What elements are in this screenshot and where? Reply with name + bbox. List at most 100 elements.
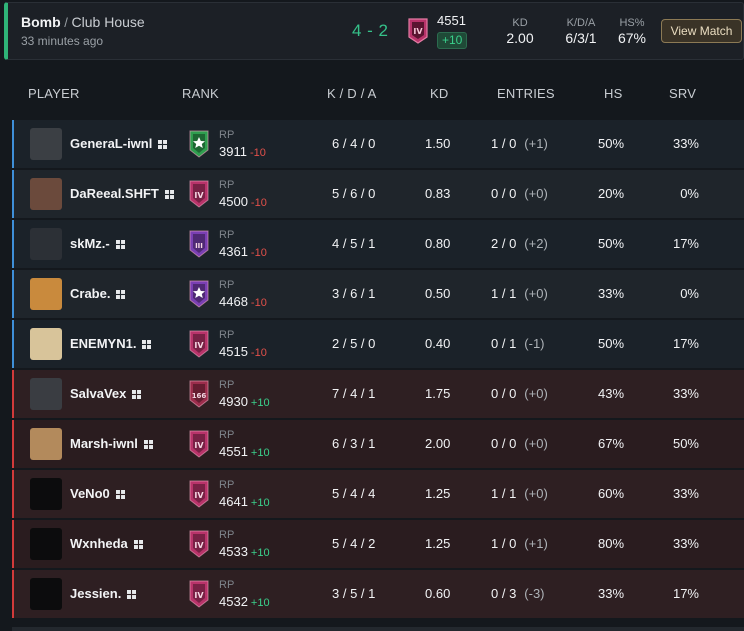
kd-value: 1.25: [425, 486, 451, 501]
entries-delta: (+0): [524, 486, 548, 501]
player-name[interactable]: skMz.-: [70, 236, 125, 251]
player-name[interactable]: Crabe.: [70, 286, 126, 301]
view-match-button[interactable]: View Match: [661, 19, 742, 43]
hs-value: 33%: [598, 286, 625, 301]
player-row[interactable]: skMz.- III RP 4361 -10 4 / 5 / 1 0.80 2 / 0 (+2)…: [12, 220, 744, 268]
hs-value: 50%: [598, 136, 625, 151]
header-entries[interactable]: ENTRIES: [497, 86, 555, 101]
player-name-text[interactable]: Crabe.: [70, 286, 110, 301]
header-hs[interactable]: HS: [604, 86, 622, 101]
player-name-text[interactable]: DaReeal.SHFT: [70, 186, 159, 201]
player-avatar[interactable]: [30, 378, 62, 410]
player-name[interactable]: VeNo0: [70, 486, 125, 501]
stat-kda-value: 6/3/1: [565, 30, 597, 46]
entries-delta: (+2): [524, 236, 548, 251]
player-name[interactable]: SalvaVex: [70, 386, 142, 401]
entries-ratio: 1 / 0: [491, 536, 517, 551]
entries-value: 0 / 0 (+0): [491, 186, 548, 201]
player-name-text[interactable]: skMz.-: [70, 236, 110, 251]
player-avatar[interactable]: [30, 528, 62, 560]
stat-hs-label: HS%: [619, 17, 645, 29]
player-name[interactable]: GeneraL-iwnl: [70, 136, 168, 151]
player-name[interactable]: DaReeal.SHFT: [70, 186, 174, 201]
player-row[interactable]: Jessien. IV RP 4532 +10 3 / 5 / 1 0.60 0 / 3 (-3…: [12, 570, 744, 618]
header-srv[interactable]: SRV: [669, 86, 696, 101]
srv-value: 17%: [672, 336, 699, 351]
kda-value: 3 / 6 / 1: [332, 286, 376, 301]
entries-delta: (-1): [524, 336, 545, 351]
player-name-text[interactable]: ENEMYN1.: [70, 336, 136, 351]
svg-text:166: 166: [192, 392, 207, 400]
kda-value: 5 / 4 / 2: [332, 536, 376, 551]
player-avatar[interactable]: [30, 578, 62, 610]
player-row[interactable]: SalvaVex 166 RP 4930 +10 7 / 4 / 1 1.75 0 / 0 (+…: [12, 370, 744, 418]
player-avatar[interactable]: [30, 128, 62, 160]
entries-value: 0 / 1 (-1): [491, 336, 545, 351]
player-name[interactable]: ENEMYN1.: [70, 336, 152, 351]
player-name-text[interactable]: VeNo0: [70, 486, 110, 501]
match-info: Bomb / Club House 33 minutes ago: [21, 14, 145, 48]
hs-value: 80%: [598, 536, 625, 551]
windows-platform-icon: [143, 440, 153, 449]
player-name[interactable]: Marsh-iwnl: [70, 436, 153, 451]
rp-number: 4500: [219, 194, 248, 209]
rp-label: RP: [219, 479, 235, 491]
stat-kda: K/D/A 6/3/1: [561, 17, 601, 46]
player-name-text[interactable]: Wxnheda: [70, 536, 128, 551]
rp-delta: +10: [250, 397, 270, 409]
header-kda[interactable]: K / D / A: [327, 86, 376, 101]
entries-value: 0 / 0 (+0): [491, 436, 548, 451]
windows-platform-icon: [164, 190, 174, 199]
player-row[interactable]: Crabe. RP 4468 -10 3 / 6 / 1 0.50 1 / 1 (+0) 33%…: [12, 270, 744, 318]
player-row[interactable]: Marsh-iwnl IV RP 4551 +10 6 / 3 / 1 2.00 0 / 0 (…: [12, 420, 744, 468]
kda-value: 6 / 4 / 0: [332, 136, 376, 151]
player-row[interactable]: Wxnheda IV RP 4533 +10 5 / 4 / 2 1.25 1 / 0 (+1)…: [12, 520, 744, 568]
kda-value: 3 / 5 / 1: [332, 586, 376, 601]
rank-badge-icon: III: [189, 230, 209, 258]
rp-number: 4930: [219, 394, 248, 409]
player-row[interactable]: GeneraL-iwnl RP 3911 -10 6 / 4 / 0 1.50 1 / 0 (…: [12, 120, 744, 168]
player-avatar[interactable]: [30, 328, 62, 360]
entries-value: 1 / 0 (+1): [491, 536, 548, 551]
rp-label: RP: [219, 529, 235, 541]
player-avatar[interactable]: [30, 278, 62, 310]
kd-value: 1.25: [425, 536, 451, 551]
player-row[interactable]: VeNo0 IV RP 4641 +10 5 / 4 / 4 1.25 1 / 1 (+0) 60…: [12, 470, 744, 518]
player-name-text[interactable]: GeneraL-iwnl: [70, 136, 152, 151]
player-name-text[interactable]: Jessien.: [70, 586, 121, 601]
svg-text:IV: IV: [194, 591, 204, 600]
stat-kd-value: 2.00: [506, 30, 534, 46]
mode-map-separator: /: [64, 15, 68, 30]
player-name-text[interactable]: SalvaVex: [70, 386, 126, 401]
player-name[interactable]: Wxnheda: [70, 536, 143, 551]
svg-text:III: III: [195, 242, 203, 250]
rp-number: 4468: [219, 294, 248, 309]
entries-delta: (+1): [524, 536, 548, 551]
player-row[interactable]: ENEMYN1. IV RP 4515 -10 2 / 5 / 0 0.40 0 / 1 (-1…: [12, 320, 744, 368]
rp-number: 4641: [219, 494, 248, 509]
windows-platform-icon: [115, 240, 125, 249]
entries-value: 0 / 0 (+0): [491, 386, 548, 401]
player-avatar[interactable]: [30, 228, 62, 260]
rp-number: 4533: [219, 544, 248, 559]
rp-delta: -10: [250, 197, 267, 209]
srv-value: 33%: [672, 386, 699, 401]
hs-value: 50%: [598, 236, 625, 251]
header-rank[interactable]: RANK: [182, 86, 219, 101]
player-avatar[interactable]: [30, 478, 62, 510]
windows-platform-icon: [142, 340, 152, 349]
rank-badge-icon: IV: [189, 330, 209, 358]
kda-value: 5 / 6 / 0: [332, 186, 376, 201]
header-kd[interactable]: KD: [430, 86, 448, 101]
kda-value: 4 / 5 / 1: [332, 236, 376, 251]
player-avatar[interactable]: [30, 428, 62, 460]
entries-delta: (+0): [524, 436, 548, 451]
player-row[interactable]: DaReeal.SHFT IV RP 4500 -10 5 / 6 / 0 0.83 0 / …: [12, 170, 744, 218]
header-player[interactable]: PLAYER: [28, 86, 80, 101]
windows-platform-icon: [116, 290, 126, 299]
player-name[interactable]: Jessien.: [70, 586, 137, 601]
player-name-text[interactable]: Marsh-iwnl: [70, 436, 138, 451]
player-avatar[interactable]: [30, 178, 62, 210]
game-mode: Bomb: [21, 14, 61, 30]
entries-delta: (+0): [524, 286, 548, 301]
